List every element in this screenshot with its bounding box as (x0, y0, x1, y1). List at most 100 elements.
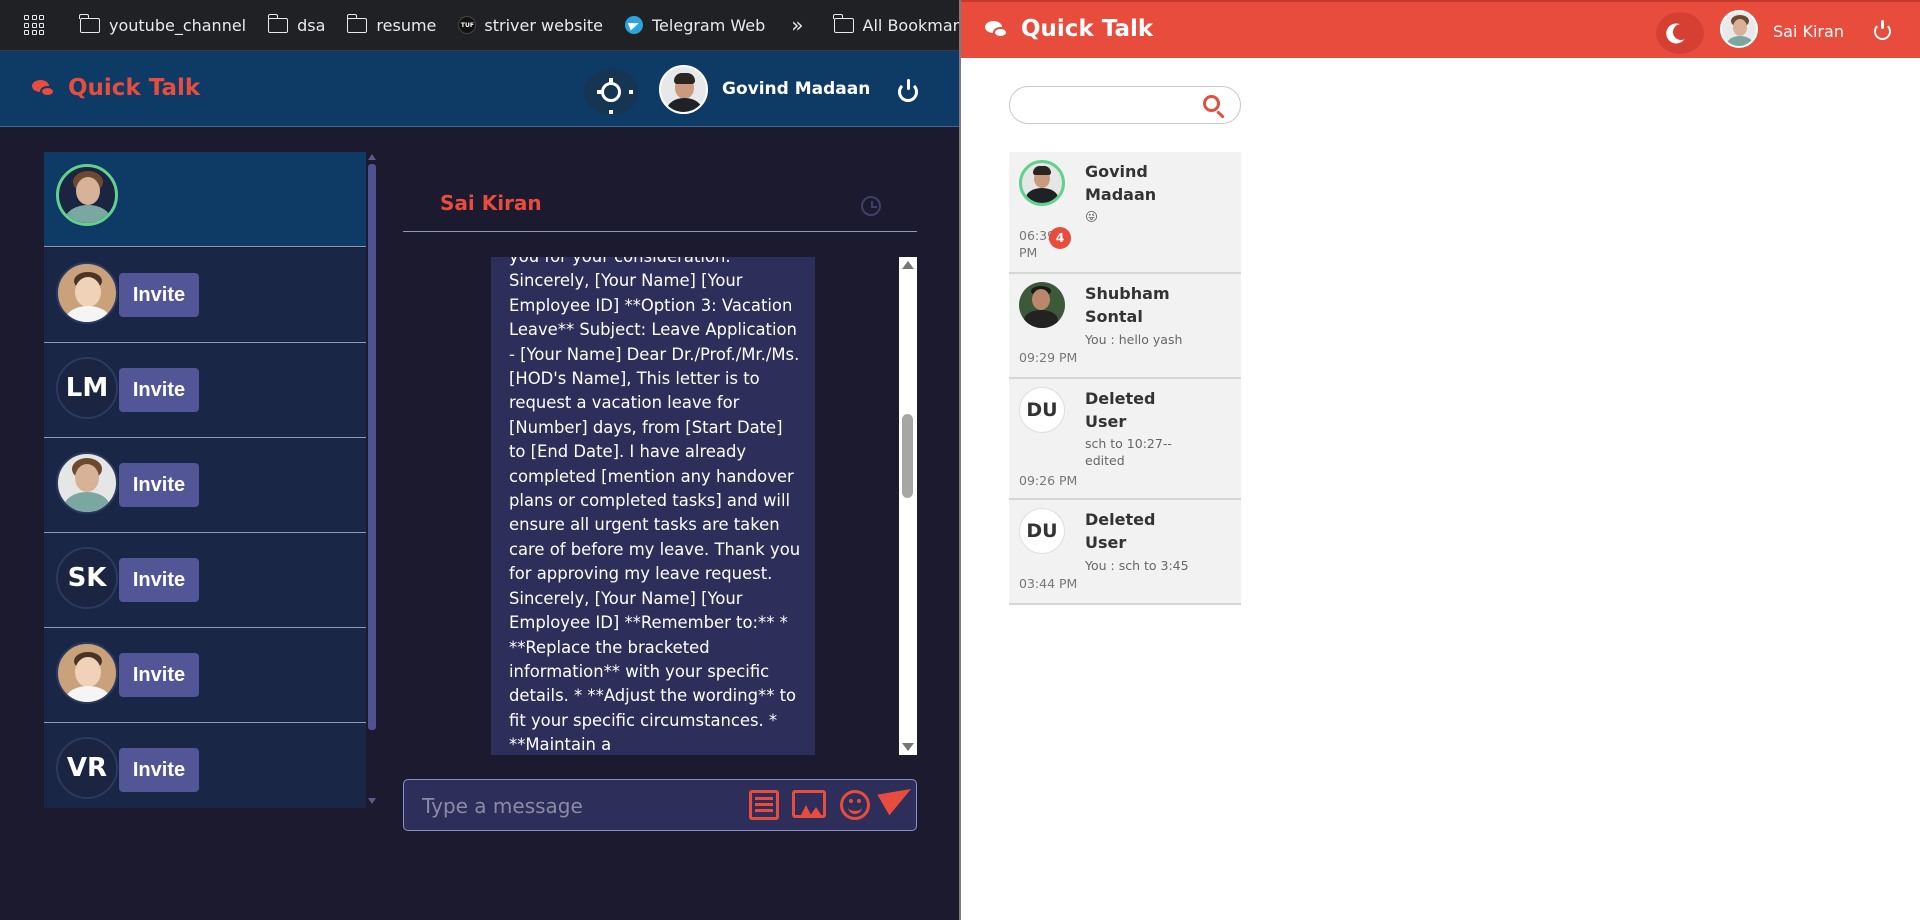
settings-button[interactable] (584, 69, 638, 115)
current-user-name: Govind Madaan (722, 79, 871, 99)
contact-avatar: SK (56, 547, 118, 609)
contact-item[interactable]: SK Invite (44, 533, 366, 628)
dark-theme-window: youtube_channel dsa resume TUF striver w… (0, 0, 959, 920)
conversation-avatar (1019, 282, 1065, 328)
invite-button[interactable]: Invite (119, 368, 199, 412)
bookmark-striver-website[interactable]: TUF striver website (458, 16, 603, 35)
last-message: You : sch to 3:45 (1085, 558, 1189, 573)
bookmark-dsa[interactable]: dsa (267, 13, 326, 35)
image-icon[interactable] (792, 790, 826, 818)
app-brand[interactable]: Quick Talk (32, 75, 200, 101)
avatar-face (75, 464, 99, 492)
search-input[interactable] (1024, 95, 1194, 117)
last-message: You : hello yash (1085, 332, 1183, 347)
scroll-up-icon[interactable] (902, 261, 914, 269)
contact-item[interactable] (44, 152, 366, 247)
contacts-scrollbar[interactable] (368, 154, 376, 804)
message-composer (403, 778, 918, 831)
invite-button[interactable]: Invite (119, 748, 199, 792)
power-icon[interactable] (1874, 20, 1891, 40)
theme-toggle-button[interactable] (1656, 12, 1704, 54)
telegram-icon (625, 16, 643, 34)
chat-bubbles-icon (32, 78, 56, 98)
avatar-shirt (66, 306, 110, 322)
bookmark-label: dsa (297, 15, 326, 35)
avatar-shirt (1024, 310, 1058, 328)
app-body: Invite LM Invite Invite SK Invite Invite… (0, 128, 959, 920)
bookmark-youtube-channel[interactable]: youtube_channel (79, 13, 247, 35)
app-header: Quick Talk Govind Madaan (0, 51, 959, 127)
brand-name: Quick Talk (68, 75, 201, 101)
bookmark-resume[interactable]: resume (346, 13, 437, 35)
conversation-name: Deleted User (1085, 389, 1156, 431)
conversation-item[interactable]: DU Deleted User You : sch to 3:45 03:44 … (1009, 500, 1241, 605)
invite-button[interactable]: Invite (119, 273, 199, 317)
message-time: 03:44 PM (1019, 576, 1078, 591)
invite-button[interactable]: Invite (119, 463, 199, 507)
avatar-face (75, 277, 101, 307)
contact-avatar: LM (56, 357, 118, 419)
avatar-shirt (65, 205, 111, 223)
avatar-shirt (667, 98, 702, 112)
invite-button[interactable]: Invite (119, 558, 199, 602)
avatar-face (76, 177, 100, 205)
folder-icon (267, 13, 289, 33)
messages-area: you for your consideration. Sincerely, [… (403, 257, 917, 755)
message-input[interactable] (422, 792, 722, 820)
avatar-hair (1033, 166, 1051, 175)
more-bookmarks-button[interactable]: » (791, 13, 803, 37)
conversation-item[interactable]: Shubham Sontal You : hello yash 09:29 PM (1009, 274, 1241, 379)
conversation-name: Govind Madaan (1085, 162, 1157, 204)
search-icon[interactable] (1203, 95, 1220, 112)
send-icon[interactable] (877, 778, 918, 816)
folder-icon (346, 13, 368, 33)
scroll-thumb[interactable] (368, 164, 376, 730)
conversation-avatar (1019, 160, 1065, 206)
avatar-shirt (1727, 36, 1753, 46)
contact-item[interactable]: Invite (44, 628, 366, 723)
light-theme-window: Quick Talk Sai Kiran Govind Madaan 😜 06:… (959, 0, 1920, 920)
avatar-face (1733, 19, 1747, 36)
contact-item[interactable]: Invite (44, 248, 366, 343)
contact-item[interactable]: VR Invite (44, 723, 366, 808)
all-bookmarks-button[interactable]: All Bookmarks (832, 13, 959, 35)
scroll-down-icon[interactable] (368, 798, 376, 804)
avatar-face (75, 657, 101, 687)
scroll-down-icon[interactable] (902, 743, 914, 751)
conversation-item[interactable]: Govind Madaan 😜 06:39 PM 4 (1009, 152, 1241, 274)
bookmark-label: resume (376, 15, 437, 35)
messages-scrollbar[interactable] (899, 257, 917, 755)
unread-badge: 4 (1049, 227, 1071, 249)
emoji-icon[interactable] (840, 790, 870, 820)
message-text: you for your consideration. Sincerely, [… (509, 257, 801, 755)
app-brand[interactable]: Quick Talk (985, 16, 1153, 42)
power-icon[interactable] (898, 79, 918, 102)
user-avatar[interactable] (1720, 10, 1758, 48)
calendar-icon[interactable] (749, 790, 779, 820)
contact-item[interactable]: LM Invite (44, 343, 366, 438)
message-time: 06:39 PM (1019, 228, 1056, 260)
chat-panel: Sai Kiran you for your consideration. Si… (403, 128, 918, 920)
user-avatar[interactable] (659, 65, 708, 114)
bookmark-telegram-web[interactable]: Telegram Web (625, 16, 765, 35)
avatar-shirt (66, 686, 110, 702)
search-box (1009, 86, 1241, 124)
conversations-list: Govind Madaan 😜 06:39 PM 4 Shubham Sonta… (1009, 152, 1241, 605)
contact-item[interactable]: Invite (44, 438, 366, 533)
chat-header: Sai Kiran (403, 148, 917, 232)
clock-icon[interactable] (861, 196, 881, 216)
scroll-up-icon[interactable] (368, 154, 376, 160)
bookmark-label: youtube_channel (109, 15, 247, 35)
invite-button[interactable]: Invite (119, 653, 199, 697)
scroll-thumb[interactable] (902, 414, 913, 498)
chat-bubbles-icon (985, 19, 1009, 39)
contact-avatar (56, 262, 118, 324)
avatar-face (1032, 289, 1050, 310)
app-header: Quick Talk Sai Kiran (961, 0, 1920, 58)
conversation-item[interactable]: DU Deleted User sch to 10:27-- edited 09… (1009, 379, 1241, 500)
apps-grid-icon[interactable] (24, 15, 44, 35)
bookmark-label: Telegram Web (652, 15, 766, 35)
brand-name: Quick Talk (1021, 16, 1154, 42)
last-message: sch to 10:27-- edited (1085, 436, 1172, 468)
avatar-shirt (1026, 188, 1058, 203)
